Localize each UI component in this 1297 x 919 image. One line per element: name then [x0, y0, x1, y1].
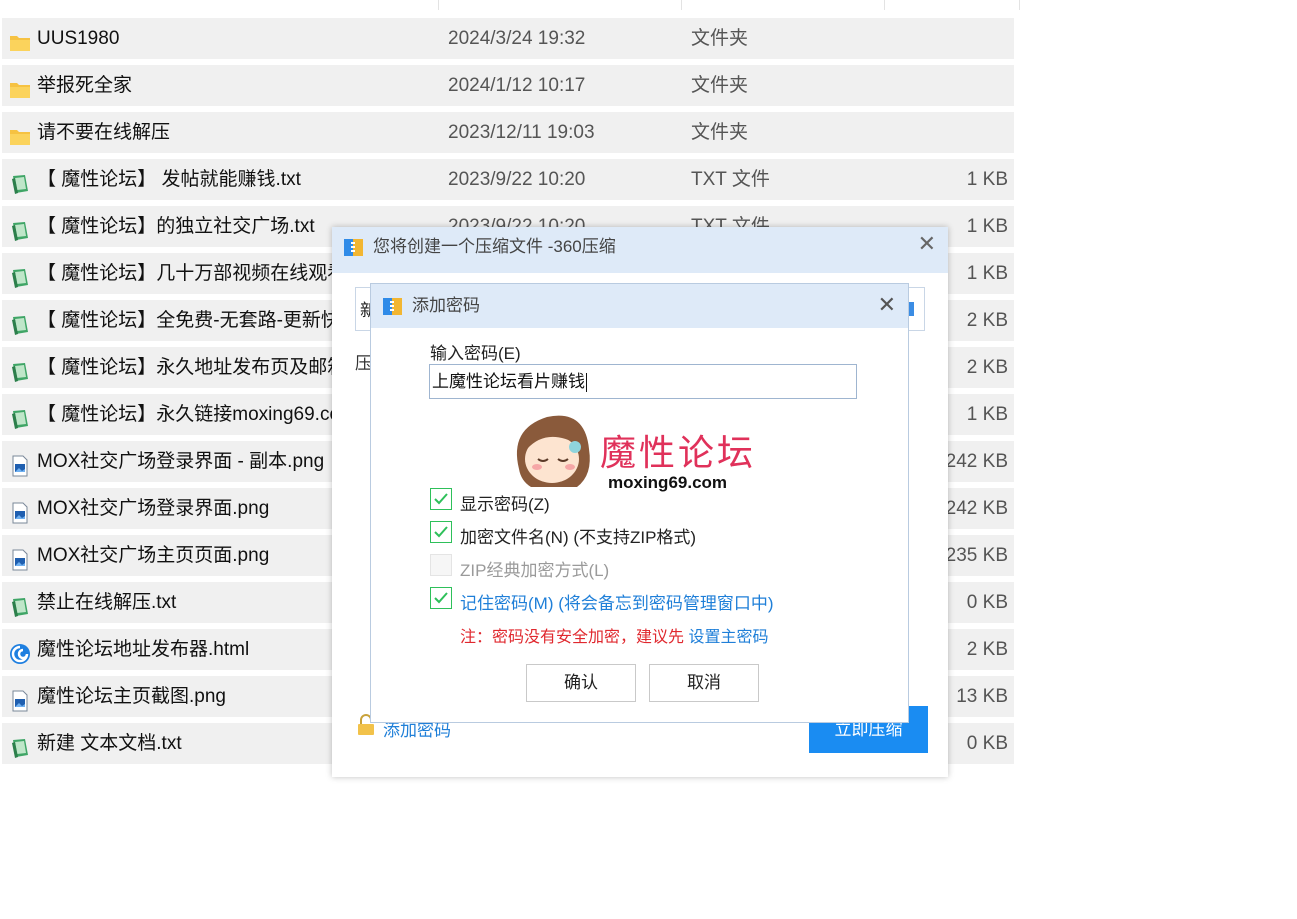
- file-size: 1 KB: [966, 404, 1008, 425]
- remember-password-label[interactable]: 记住密码(M) (将会备忘到密码管理窗口中): [460, 589, 774, 614]
- file-type: 文件夹: [691, 75, 749, 96]
- checkmark-icon: [434, 526, 448, 538]
- txt-file-icon: [9, 263, 31, 288]
- zip-classic-encryption-checkbox: [430, 554, 452, 576]
- password-dialog-title: 添加密码: [412, 296, 480, 315]
- 360zip-logo-icon: [344, 239, 363, 256]
- image-file-icon: [9, 498, 31, 524]
- file-date: 2023/12/11 19:03: [448, 122, 595, 143]
- file-name: 魔性论坛地址发布器.html: [37, 639, 250, 660]
- file-size: 235 KB: [945, 545, 1008, 566]
- txt-file-icon: [9, 216, 31, 241]
- file-row[interactable]: UUS1980 2024/3/24 19:32 文件夹: [2, 18, 1014, 59]
- column-header-separators: [0, 0, 1020, 10]
- checkmark-icon: [434, 592, 448, 604]
- txt-file-icon: [9, 169, 31, 194]
- txt-file-icon: [9, 357, 31, 382]
- file-name: UUS1980: [37, 28, 120, 49]
- image-file-icon: [9, 686, 31, 712]
- compress-dialog-title-bar[interactable]: 您将创建一个压缩文件 -360压缩 ✕: [332, 227, 948, 273]
- file-size: 0 KB: [966, 592, 1008, 613]
- file-name: 新建 文本文档.txt: [37, 733, 182, 754]
- file-name: 【 魔性论坛】全免费-无套路-更新快.: [37, 310, 346, 331]
- file-name: MOX社交广场登录界面 - 副本.png: [37, 451, 325, 472]
- file-row[interactable]: 【 魔性论坛】 发帖就能赚钱.txt 2023/9/22 10:20 TXT 文件 1…: [2, 159, 1014, 200]
- file-size: 13 KB: [956, 686, 1008, 707]
- folder-icon: [9, 75, 31, 98]
- file-name: 【 魔性论坛】永久链接moxing69.co: [37, 404, 341, 425]
- close-icon[interactable]: ✕: [918, 233, 936, 255]
- file-name: 禁止在线解压.txt: [37, 592, 177, 613]
- file-size: 2 KB: [966, 357, 1008, 378]
- set-master-password-link[interactable]: 设置主密码: [688, 629, 768, 646]
- folder-icon: [9, 122, 31, 145]
- checkmark-icon: [434, 493, 448, 505]
- file-name: 魔性论坛主页截图.png: [37, 686, 226, 707]
- file-name: MOX社交广场主页页面.png: [37, 545, 270, 566]
- image-file-icon: [9, 451, 31, 477]
- encrypt-filename-label[interactable]: 加密文件名(N) (不支持ZIP格式): [460, 523, 696, 548]
- txt-file-icon: [9, 733, 31, 758]
- file-size: 1 KB: [966, 216, 1008, 237]
- file-row[interactable]: 请不要在线解压 2023/12/11 19:03 文件夹: [2, 112, 1014, 153]
- remember-password-checkbox[interactable]: [430, 587, 452, 609]
- file-name: 【 魔性论坛】几十万部视频在线观看: [37, 263, 347, 284]
- file-name: MOX社交广场登录界面.png: [37, 498, 270, 519]
- text-caret: [586, 373, 587, 393]
- 360zip-logo-icon: [383, 298, 402, 315]
- txt-file-icon: [9, 592, 31, 617]
- file-date: 2024/1/12 10:17: [448, 75, 586, 96]
- file-name: 【 魔性论坛】的独立社交广场.txt: [37, 216, 315, 237]
- file-type: 文件夹: [691, 28, 749, 49]
- compress-dialog-title: 您将创建一个压缩文件 -360压缩: [373, 237, 616, 256]
- file-type: 文件夹: [691, 122, 749, 143]
- show-password-checkbox[interactable]: [430, 488, 452, 510]
- file-size: 242 KB: [945, 498, 1008, 519]
- watermark-title: 魔性论坛: [600, 433, 757, 474]
- txt-file-icon: [9, 404, 31, 429]
- show-password-label[interactable]: 显示密码(Z): [460, 490, 550, 515]
- password-input[interactable]: 上魔性论坛看片赚钱: [429, 364, 857, 399]
- add-password-dialog: 添加密码 ✕ 输入密码(E) 上魔性论坛看片赚钱 魔性论坛 moxing69.c…: [370, 283, 909, 723]
- txt-file-icon: [9, 310, 31, 335]
- file-size: 1 KB: [966, 263, 1008, 284]
- file-size: 1 KB: [966, 169, 1008, 190]
- security-note-text: 注：密码没有安全加密，建议先: [460, 629, 689, 646]
- cancel-button[interactable]: 取消: [649, 664, 759, 702]
- file-type: TXT 文件: [691, 169, 770, 190]
- close-icon[interactable]: ✕: [878, 294, 896, 316]
- confirm-button[interactable]: 确认: [526, 664, 636, 702]
- folder-icon: [9, 28, 31, 51]
- password-value: 上魔性论坛看片赚钱: [432, 372, 585, 391]
- zip-classic-encryption-label: ZIP经典加密方式(L): [460, 561, 610, 580]
- file-size: 2 KB: [966, 310, 1008, 331]
- browse-button[interactable]: [909, 302, 914, 316]
- file-size: 0 KB: [966, 733, 1008, 754]
- encrypt-filename-checkbox[interactable]: [430, 521, 452, 543]
- file-date: 2024/3/24 19:32: [448, 28, 586, 49]
- file-row[interactable]: 举报死全家 2024/1/12 10:17 文件夹: [2, 65, 1014, 106]
- watermark-url: moxing69.com: [608, 473, 728, 492]
- file-size: 2 KB: [966, 639, 1008, 660]
- file-size: 242 KB: [945, 451, 1008, 472]
- file-date: 2023/9/22 10:20: [448, 169, 586, 190]
- security-note: 注：密码没有安全加密，建议先 设置主密码: [460, 623, 768, 647]
- file-name: 【 魔性论坛】 发帖就能赚钱.txt: [37, 169, 301, 190]
- image-file-icon: [9, 545, 31, 571]
- file-name: 举报死全家: [37, 75, 133, 96]
- file-name: 【 魔性论坛】永久地址发布页及邮箱: [37, 357, 347, 378]
- password-dialog-title-bar[interactable]: 添加密码 ✕: [371, 284, 908, 328]
- browser-file-icon: [9, 639, 31, 664]
- file-name: 请不要在线解压: [37, 122, 171, 143]
- password-label: 输入密码(E): [430, 344, 521, 363]
